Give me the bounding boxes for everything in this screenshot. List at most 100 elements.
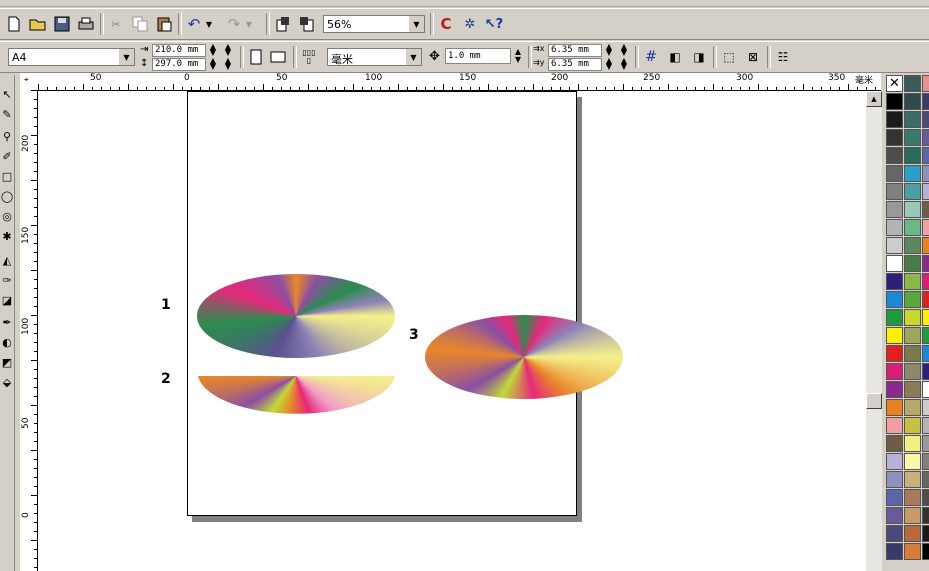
text-tool-icon[interactable]: ✱ xyxy=(0,227,14,245)
import-icon[interactable] xyxy=(272,13,294,35)
corel-online-icon[interactable]: ✲ xyxy=(459,13,481,35)
color-swatch[interactable] xyxy=(904,309,921,326)
color-swatch[interactable] xyxy=(904,93,921,110)
color-swatch[interactable] xyxy=(922,399,929,416)
color-swatch[interactable] xyxy=(904,219,921,236)
color-swatch[interactable] xyxy=(886,453,903,470)
color-swatch[interactable] xyxy=(886,327,903,344)
menu-bar[interactable] xyxy=(0,0,929,7)
color-swatch[interactable] xyxy=(922,291,929,308)
color-swatch[interactable] xyxy=(904,129,921,146)
undo-icon[interactable]: ↶ xyxy=(183,13,205,35)
undo-dropdown-icon[interactable]: ▼ xyxy=(203,13,215,35)
conical-ellipse-1[interactable] xyxy=(196,274,396,358)
color-swatch[interactable] xyxy=(922,453,929,470)
color-swatch[interactable] xyxy=(904,183,921,200)
color-swatch[interactable] xyxy=(904,525,921,542)
color-swatch[interactable] xyxy=(904,327,921,344)
snap-to-guidelines-icon[interactable]: ◧ xyxy=(664,46,686,68)
color-swatch[interactable] xyxy=(886,399,903,416)
landscape-icon[interactable] xyxy=(267,46,289,68)
color-swatch[interactable] xyxy=(904,255,921,272)
color-swatch[interactable] xyxy=(886,273,903,290)
height-spinner-icon[interactable]: ▲ ▼ xyxy=(207,57,219,71)
color-swatch[interactable] xyxy=(886,255,903,272)
color-swatch[interactable] xyxy=(922,75,929,92)
vertical-scrollbar[interactable]: ▲ xyxy=(866,91,882,571)
color-swatch[interactable] xyxy=(922,219,929,236)
height-spinner-icon-2[interactable]: ▲ ▼ xyxy=(222,57,234,71)
paper-height-field[interactable]: 297.0 mm xyxy=(152,58,206,71)
color-swatch[interactable] xyxy=(886,471,903,488)
whats-this-help-icon[interactable]: ↖? xyxy=(483,13,505,35)
dup-y-spinner-icon[interactable]: ▲ ▼ xyxy=(603,57,615,71)
color-swatch[interactable] xyxy=(886,165,903,182)
color-swatch[interactable] xyxy=(922,165,929,182)
color-swatch[interactable] xyxy=(922,327,929,344)
bucket-tool-icon[interactable]: ⬙ xyxy=(0,373,14,391)
color-swatch[interactable] xyxy=(922,489,929,506)
color-swatch[interactable] xyxy=(904,165,921,182)
cut-icon[interactable]: ✂ xyxy=(105,13,127,35)
redo-dropdown-icon[interactable]: ▼ xyxy=(243,13,255,35)
color-swatch[interactable] xyxy=(922,183,929,200)
color-swatch[interactable] xyxy=(904,417,921,434)
layout-pages-icon[interactable]: ▯▯▯ ▯ xyxy=(298,46,320,68)
color-swatch[interactable] xyxy=(886,345,903,362)
color-swatch[interactable] xyxy=(886,291,903,308)
treat-as-filled-icon[interactable]: ⬚ xyxy=(718,46,740,68)
color-swatch[interactable] xyxy=(886,489,903,506)
interactive-fill-icon[interactable]: ◭ xyxy=(0,251,14,269)
save-icon[interactable] xyxy=(51,13,73,35)
color-swatch[interactable] xyxy=(886,363,903,380)
color-swatch[interactable] xyxy=(904,507,921,524)
transparency-tool-icon[interactable]: ◩ xyxy=(0,353,14,371)
color-swatch[interactable] xyxy=(886,309,903,326)
scroll-thumb[interactable] xyxy=(866,393,882,409)
color-swatch[interactable] xyxy=(886,219,903,236)
color-swatch[interactable] xyxy=(904,273,921,290)
color-swatch[interactable] xyxy=(886,183,903,200)
color-swatch[interactable] xyxy=(886,147,903,164)
duplicate-y-field[interactable]: 6.35 mm xyxy=(548,58,602,71)
color-swatch[interactable] xyxy=(922,147,929,164)
color-swatch[interactable] xyxy=(922,237,929,254)
color-swatch[interactable] xyxy=(904,453,921,470)
spiral-tool-icon[interactable]: ◎ xyxy=(0,207,14,225)
color-swatch[interactable] xyxy=(886,543,903,560)
scroll-up-icon[interactable]: ▲ xyxy=(866,91,882,107)
color-swatch[interactable] xyxy=(904,201,921,218)
zoom-combo[interactable]: 56% ▼ xyxy=(323,15,425,33)
pick-tool-icon[interactable]: ↖ xyxy=(0,85,14,103)
color-swatch[interactable] xyxy=(922,309,929,326)
color-swatch[interactable] xyxy=(922,525,929,542)
pen-tool-icon[interactable]: ✒ xyxy=(0,313,14,331)
color-swatch[interactable] xyxy=(886,129,903,146)
nudge-field[interactable]: 1.0 mm xyxy=(445,48,511,64)
color-swatch[interactable] xyxy=(904,399,921,416)
color-swatch[interactable] xyxy=(904,111,921,128)
dup-y-spinner-icon-2[interactable]: ▲ ▼ xyxy=(618,57,630,71)
color-swatch[interactable] xyxy=(922,273,929,290)
color-swatch[interactable] xyxy=(922,93,929,110)
color-swatch[interactable] xyxy=(886,237,903,254)
zoom-tool-icon[interactable]: ⚲ xyxy=(0,127,14,145)
paper-size-combo[interactable]: A4 ▼ xyxy=(8,48,135,66)
export-icon[interactable] xyxy=(296,13,318,35)
chevron-down-icon[interactable]: ▼ xyxy=(408,16,424,32)
color-swatch[interactable] xyxy=(922,471,929,488)
draw-preview-icon[interactable]: ⊠ xyxy=(742,46,764,68)
chevron-down-icon[interactable]: ▼ xyxy=(118,49,134,65)
color-swatch[interactable] xyxy=(904,381,921,398)
color-swatch[interactable] xyxy=(886,525,903,542)
color-swatch[interactable] xyxy=(922,417,929,434)
color-swatch[interactable] xyxy=(886,93,903,110)
options-icon[interactable]: ☷ xyxy=(772,46,794,68)
snap-to-grid-icon[interactable]: # xyxy=(640,46,662,68)
paper-width-field[interactable]: 210.0 mm xyxy=(152,44,206,57)
chevron-down-icon[interactable]: ▼ xyxy=(405,49,421,65)
color-swatch[interactable] xyxy=(922,129,929,146)
color-swatch[interactable] xyxy=(886,417,903,434)
print-icon[interactable] xyxy=(75,13,97,35)
color-swatch[interactable] xyxy=(886,507,903,524)
